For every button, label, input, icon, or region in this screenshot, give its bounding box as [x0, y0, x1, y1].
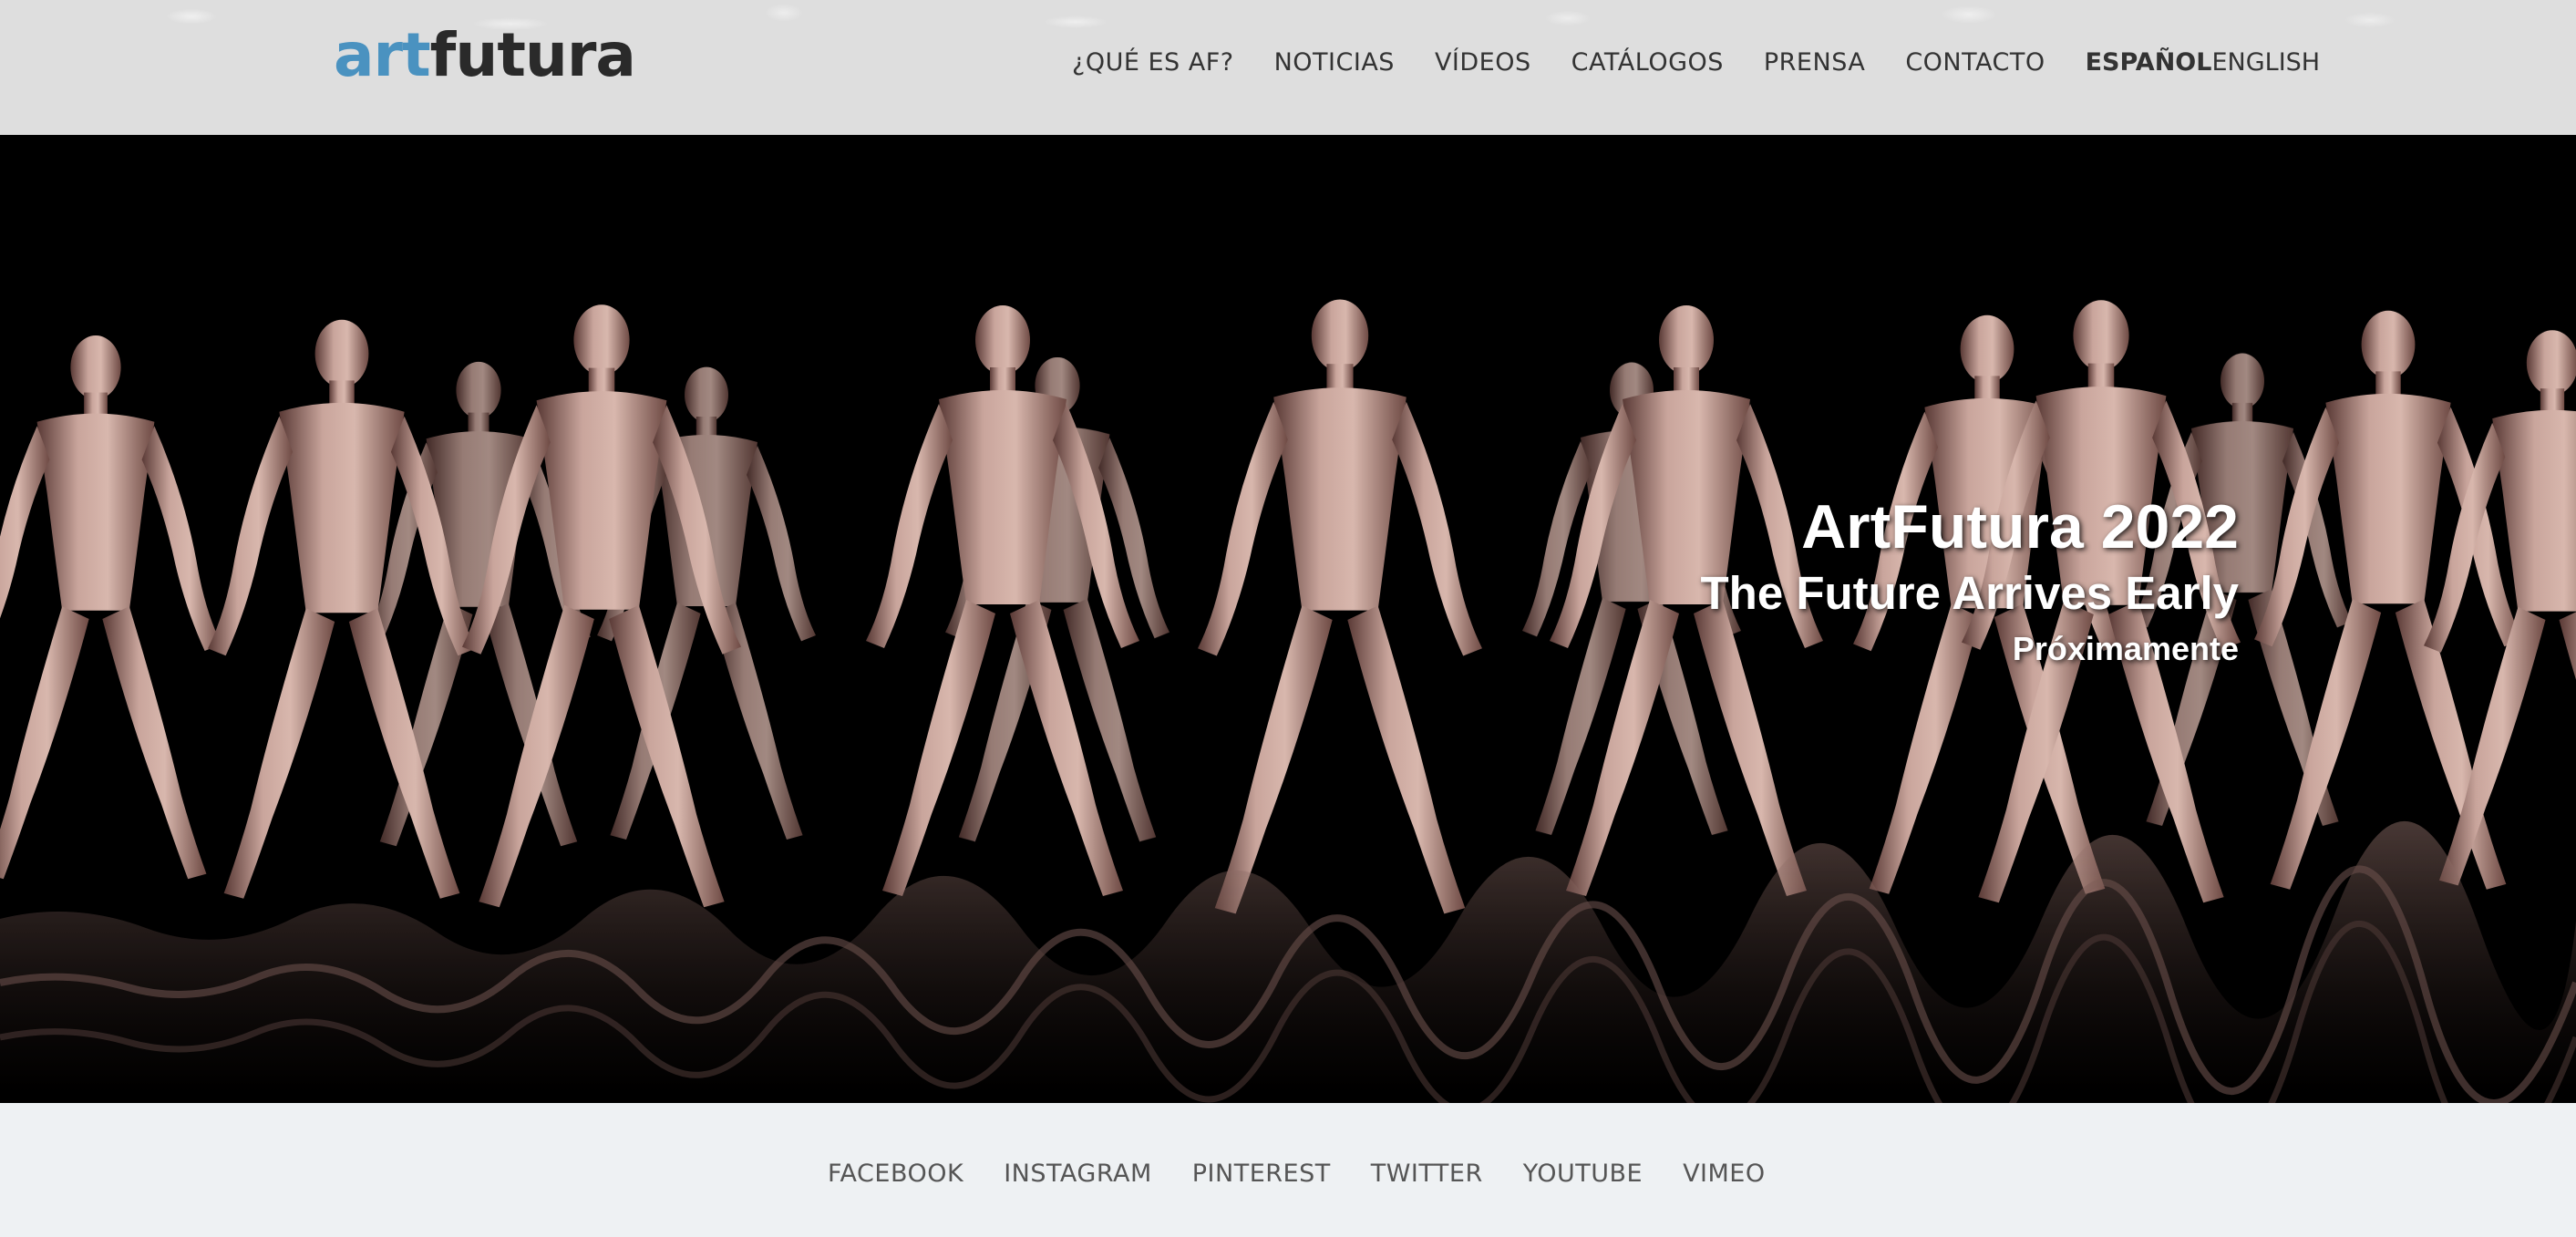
- nav-que-es-af[interactable]: ¿QUÉ ES AF?: [1072, 48, 1234, 77]
- nav-videos[interactable]: VÍDEOS: [1435, 48, 1531, 77]
- site-header: artfutura ¿QUÉ ES AF? NOTICIAS VÍDEOS CA…: [0, 0, 2576, 135]
- hero-title: ArtFutura 2022: [1801, 492, 2239, 562]
- social-facebook[interactable]: FACEBOOK: [828, 1160, 963, 1188]
- social-vimeo[interactable]: VIMEO: [1683, 1160, 1766, 1188]
- hero-subtitle: The Future Arrives Early: [1700, 567, 2239, 619]
- main-nav: ¿QUÉ ES AF? NOTICIAS VÍDEOS CATÁLOGOS PR…: [1072, 42, 2320, 82]
- hero-note: Próximamente: [2012, 630, 2239, 667]
- lang-english[interactable]: ENGLISH: [2211, 48, 2320, 77]
- nav-catalogos[interactable]: CATÁLOGOS: [1571, 48, 1724, 77]
- artfutura-logo[interactable]: artfutura: [334, 24, 636, 88]
- logo-art: art: [334, 20, 431, 90]
- site-footer: FACEBOOK INSTAGRAM PINTEREST TWITTER YOU…: [0, 1103, 2576, 1237]
- hero-text-block: ArtFutura 2022 The Future Arrives Early …: [1701, 490, 2239, 675]
- nav-prensa[interactable]: PRENSA: [1764, 48, 1865, 77]
- social-instagram[interactable]: INSTAGRAM: [1004, 1160, 1152, 1188]
- language-switcher: ESPAÑOL ENGLISH: [2086, 48, 2321, 77]
- social-youtube[interactable]: YOUTUBE: [1523, 1160, 1643, 1188]
- social-pinterest[interactable]: PINTEREST: [1192, 1160, 1331, 1188]
- social-twitter[interactable]: TWITTER: [1371, 1160, 1483, 1188]
- logo-futura: futura: [429, 20, 636, 90]
- social-links: FACEBOOK INSTAGRAM PINTEREST TWITTER YOU…: [828, 1160, 1806, 1188]
- nav-contacto[interactable]: CONTACTO: [1905, 48, 2045, 77]
- nav-noticias[interactable]: NOTICIAS: [1274, 48, 1395, 77]
- lang-espanol[interactable]: ESPAÑOL: [2086, 48, 2212, 77]
- hero-banner: ArtFutura 2022 The Future Arrives Early …: [0, 135, 2576, 1103]
